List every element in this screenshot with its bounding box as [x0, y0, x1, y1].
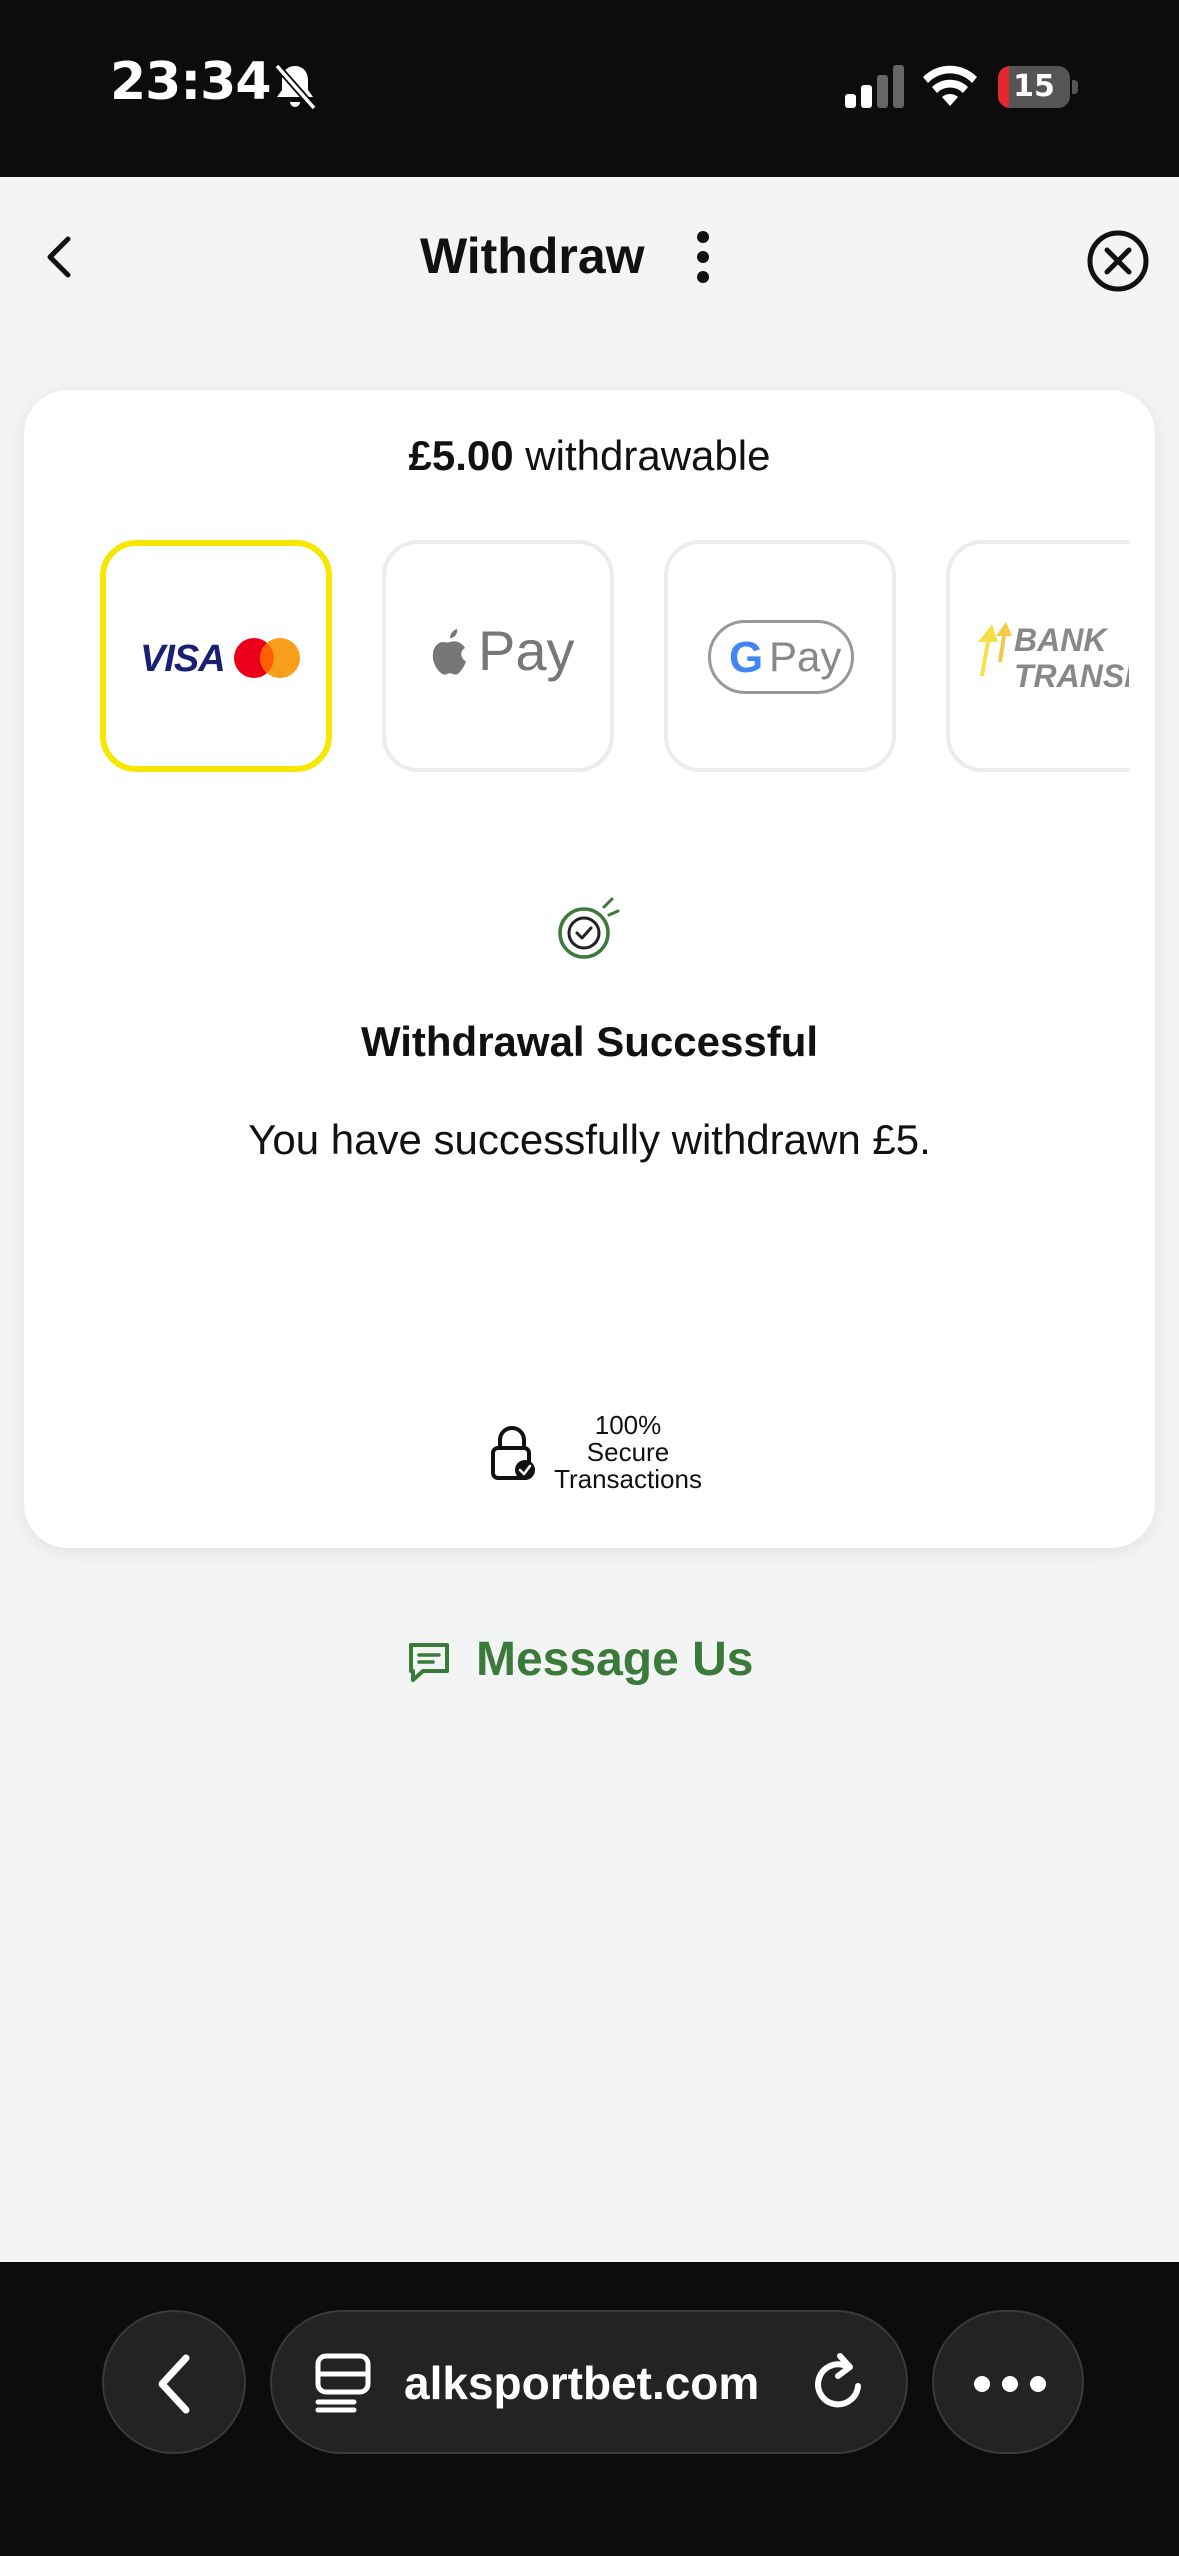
- address-bar[interactable]: alksportbet.com: [270, 2310, 908, 2454]
- chat-message-icon: [409, 1643, 449, 1682]
- success-check-icon: [558, 897, 620, 959]
- withdraw-card: £5.00 withdrawable VISA Pay G Pay BANK T…: [24, 390, 1155, 1548]
- success-title: Withdrawal Successful: [360, 1018, 819, 1065]
- browser-toolbar: alksportbet.com: [0, 2262, 1179, 2556]
- success-message: You have successfully withdrawn £5.: [248, 1116, 931, 1163]
- close-circle-icon[interactable]: [1086, 229, 1150, 293]
- bank-transfer-text: BANK TRANSFE: [1014, 622, 1129, 694]
- page-title: Withdraw: [420, 228, 645, 284]
- tabs-icon: [315, 2353, 371, 2413]
- signal-icon: [845, 65, 904, 108]
- battery-level: 15: [1013, 69, 1055, 104]
- mastercard-logo-icon: [234, 638, 300, 678]
- kebab-menu-icon[interactable]: [688, 227, 718, 287]
- secure-text: 100% Secure Transactions: [538, 1412, 718, 1493]
- secure-text-line2: Secure: [586, 1437, 670, 1467]
- google-g-icon: G: [729, 633, 764, 682]
- bank-text-line2: TRANSFE: [1014, 658, 1129, 694]
- payment-method-visa-mastercard[interactable]: VISA: [100, 540, 332, 772]
- status-time: 23:34: [110, 52, 272, 112]
- google-pay-logo: G Pay: [708, 620, 854, 694]
- more-dots-icon: [974, 2376, 1046, 2392]
- transfer-arrows-icon: [978, 622, 1012, 676]
- visa-logo: VISA: [140, 638, 226, 680]
- google-pay-text: Pay: [769, 633, 842, 680]
- withdrawable-balance: £5.00 withdrawable: [24, 432, 1155, 480]
- secure-text-line1: 100%: [594, 1410, 662, 1440]
- withdrawable-amount: £5.00: [408, 432, 514, 479]
- lock-check-icon: [491, 1426, 535, 1480]
- reload-icon[interactable]: [808, 2350, 872, 2416]
- secure-transactions-badge: 100% Secure Transactions: [490, 1412, 730, 1493]
- apple-pay-text: Pay: [478, 619, 575, 682]
- bank-text-line1: BANK: [1014, 622, 1107, 658]
- payment-methods-carousel[interactable]: VISA Pay G Pay BANK TRANS: [74, 540, 1129, 780]
- battery-indicator: 15: [998, 66, 1078, 108]
- back-chevron-icon[interactable]: [36, 227, 86, 287]
- message-us-label: Message Us: [476, 1633, 754, 1686]
- status-bar: 23:34 15: [0, 0, 1179, 177]
- payment-method-google-pay[interactable]: G Pay: [664, 540, 896, 772]
- browser-back-button[interactable]: [102, 2310, 246, 2454]
- payment-method-apple-pay[interactable]: Pay: [382, 540, 614, 772]
- url-text: alksportbet.com: [404, 2357, 760, 2409]
- payment-method-bank-transfer[interactable]: BANK TRANSFE: [946, 540, 1129, 772]
- apple-icon: [432, 629, 466, 675]
- bell-muted-icon: [274, 63, 317, 111]
- wifi-icon: [923, 65, 977, 106]
- secure-text-line3: Transactions: [554, 1464, 702, 1494]
- back-arrow-icon: [158, 2354, 190, 2414]
- browser-more-button[interactable]: [932, 2310, 1084, 2454]
- page-header: Withdraw: [0, 177, 1179, 337]
- withdrawable-label: withdrawable: [513, 432, 771, 479]
- apple-pay-logo: Pay: [430, 618, 580, 698]
